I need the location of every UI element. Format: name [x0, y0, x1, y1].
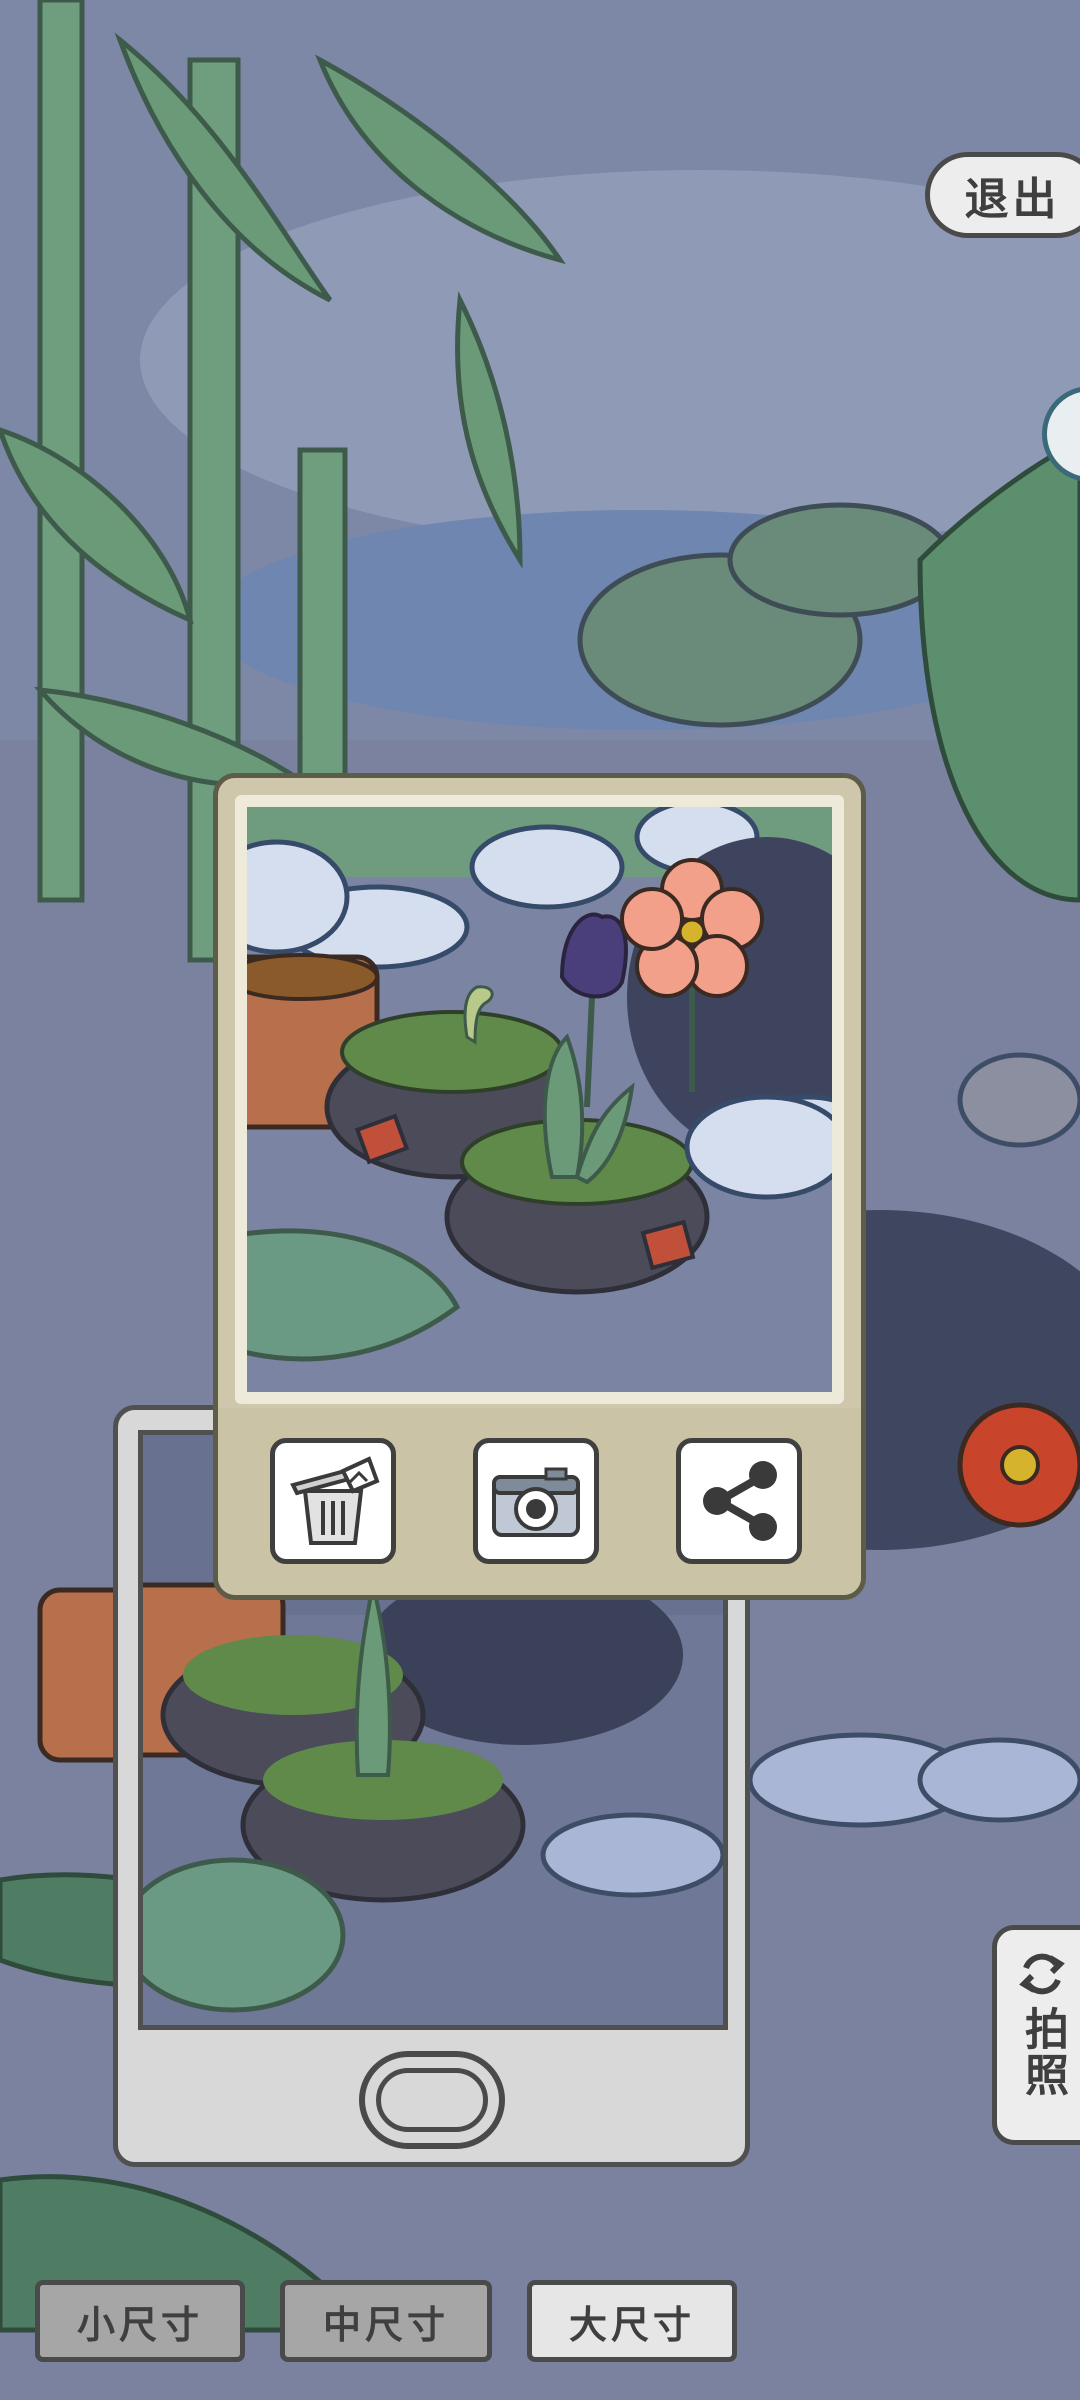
phone-home-button [359, 2051, 505, 2149]
save-photo-button[interactable] [473, 1438, 599, 1564]
exit-button[interactable]: 退出 [925, 152, 1080, 238]
photo-card [213, 773, 866, 1600]
size-large-button[interactable]: 大尺寸 [527, 2280, 737, 2362]
trash-icon [290, 1456, 380, 1545]
share-photo-button[interactable] [676, 1438, 802, 1564]
camera-icon [492, 1467, 580, 1537]
photo-frame [235, 795, 844, 1404]
size-medium-button[interactable]: 中尺寸 [280, 2280, 492, 2362]
refresh-icon [1019, 1953, 1065, 1995]
take-photo-label: 拍照 [1017, 2006, 1068, 2098]
delete-photo-button[interactable] [270, 1438, 396, 1564]
share-icon [703, 1461, 777, 1541]
take-photo-button[interactable]: 拍照 [992, 1925, 1080, 2145]
size-small-button[interactable]: 小尺寸 [35, 2280, 245, 2362]
captured-photo [247, 807, 832, 1392]
